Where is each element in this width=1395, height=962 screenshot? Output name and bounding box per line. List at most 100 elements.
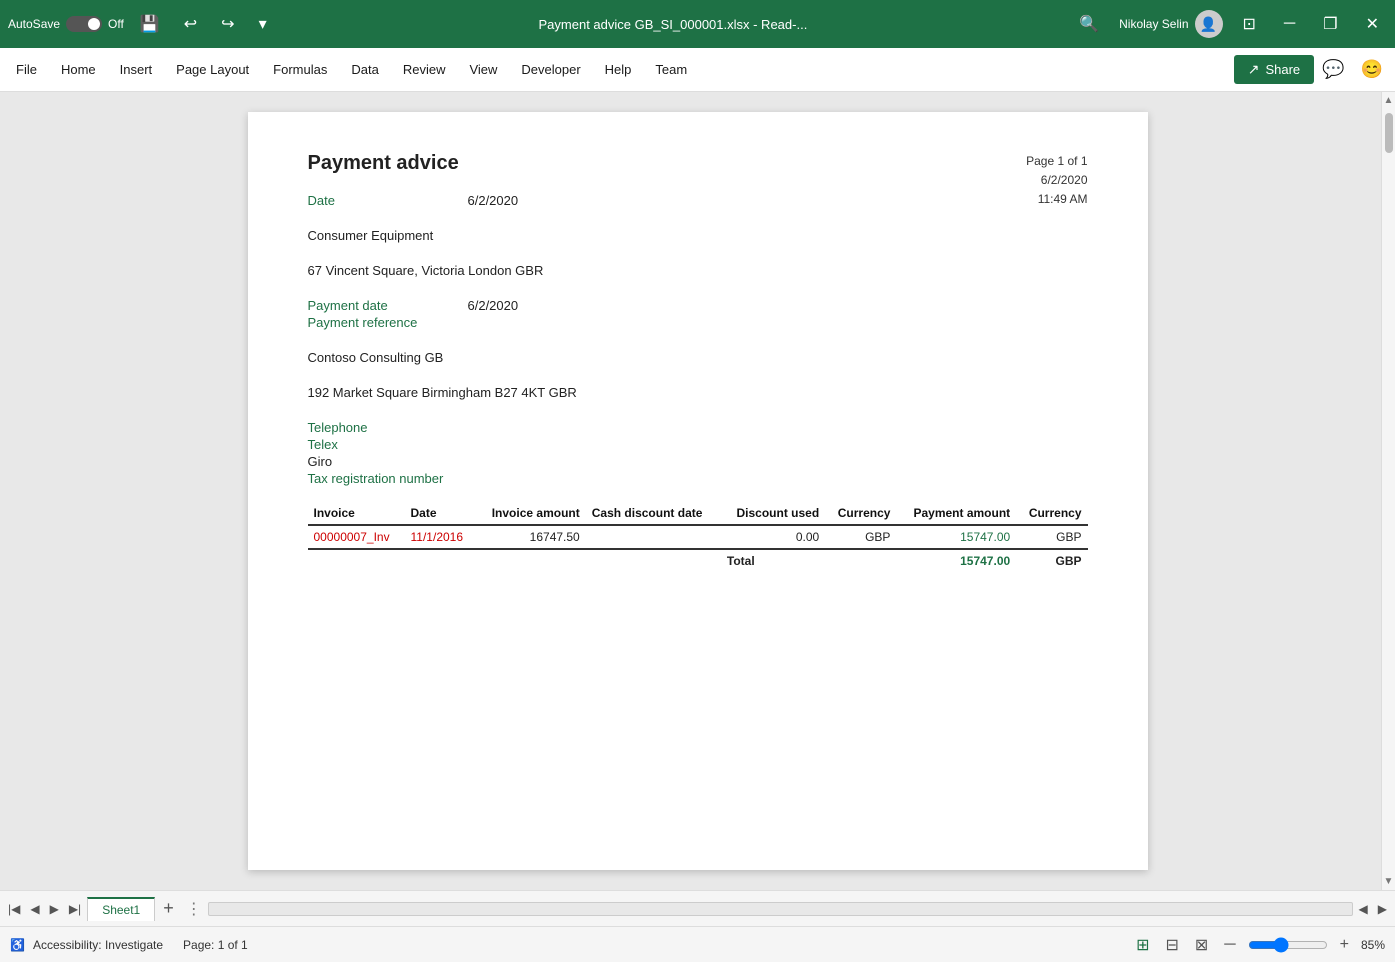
comment-button[interactable]: 💬	[1314, 55, 1352, 84]
company-address: 67 Vincent Square, Victoria London GBR	[308, 263, 1088, 278]
cell-payment-amount: 15747.00	[896, 525, 1016, 549]
status-bar: ♿ Accessibility: Investigate Page: 1 of …	[0, 926, 1395, 962]
menu-file[interactable]: File	[4, 54, 49, 85]
scroll-right-button[interactable]: ▶	[1374, 902, 1391, 916]
save-button[interactable]: 💾	[132, 10, 168, 38]
col-currency1: Currency	[825, 502, 896, 525]
share-label: Share	[1265, 62, 1300, 77]
add-sheet-button[interactable]: +	[157, 898, 180, 919]
minimize-button[interactable]: ─	[1276, 11, 1303, 37]
filename-label: Payment advice GB_SI_000001.xlsx - Read-…	[283, 17, 1064, 32]
payment-date-label: Payment date	[308, 298, 468, 313]
menu-data[interactable]: Data	[339, 54, 390, 85]
company-name: Consumer Equipment	[308, 228, 1088, 243]
menu-insert[interactable]: Insert	[108, 54, 165, 85]
total-spacer5	[825, 549, 896, 572]
accessibility-icon: ♿	[10, 938, 25, 952]
tax-reg-label: Tax registration number	[308, 471, 1088, 486]
cell-cash-discount-date	[586, 525, 721, 549]
sheet-nav-last[interactable]: ▶|	[65, 902, 85, 916]
sheet-nav-next[interactable]: ▶	[46, 902, 63, 916]
print-time: 11:49 AM	[1026, 190, 1087, 209]
zoom-out-button[interactable]: ─	[1220, 934, 1239, 956]
cell-invoice: 00000007_Inv	[308, 525, 405, 549]
invoice-table: Invoice Date Invoice amount Cash discoun…	[308, 502, 1088, 572]
sheet-tabs: |◀ ◀ ▶ ▶| Sheet1 + ⋮ ◀ ▶	[0, 890, 1395, 926]
scroll-down-arrow[interactable]: ▼	[1381, 873, 1395, 890]
user-section: Nikolay Selin 👤	[1119, 10, 1222, 38]
col-cash-discount-date: Cash discount date	[586, 502, 721, 525]
vertical-scrollbar[interactable]: ▲ ▼	[1381, 92, 1395, 890]
undo-button[interactable]: ↩	[176, 10, 205, 38]
customize-button[interactable]: ▾	[251, 10, 275, 38]
expand-button[interactable]: ⊡	[1235, 10, 1264, 38]
redo-button[interactable]: ↪	[213, 10, 242, 38]
table-header-row: Invoice Date Invoice amount Cash discoun…	[308, 502, 1088, 525]
emoji-button[interactable]: 😊	[1353, 55, 1391, 84]
scroll-left-button[interactable]: ◀	[1355, 902, 1372, 916]
menu-developer[interactable]: Developer	[509, 54, 592, 85]
cell-currency1: GBP	[825, 525, 896, 549]
payment-date-row: Payment date 6/2/2020	[308, 298, 1088, 313]
autosave-toggle[interactable]	[66, 16, 102, 32]
zoom-in-button[interactable]: +	[1336, 934, 1353, 956]
col-date: Date	[405, 502, 476, 525]
menu-team[interactable]: Team	[643, 54, 699, 85]
zoom-slider[interactable]	[1248, 937, 1328, 953]
scroll-thumb[interactable]	[1385, 113, 1393, 153]
status-right: ⊞ ⊟ ⊠ ─ + 85%	[1132, 933, 1385, 957]
sheet-nav-prev[interactable]: ◀	[26, 902, 43, 916]
vendor-name: Contoso Consulting GB	[308, 350, 1088, 365]
user-name: Nikolay Selin	[1119, 17, 1188, 31]
vendor-address: 192 Market Square Birmingham B27 4KT GBR	[308, 385, 1088, 400]
title-actions: 🔍 Nikolay Selin 👤 ⊡ ─ ❐ ✕	[1071, 10, 1387, 38]
payment-ref-row: Payment reference	[308, 315, 1088, 330]
giro-label: Giro	[308, 454, 1088, 469]
menu-view[interactable]: View	[457, 54, 509, 85]
menu-formulas[interactable]: Formulas	[261, 54, 339, 85]
menu-home[interactable]: Home	[49, 54, 108, 85]
date-value: 6/2/2020	[468, 193, 519, 208]
total-row: Total 15747.00 GBP	[308, 549, 1088, 572]
payment-ref-label: Payment reference	[308, 315, 468, 330]
cell-discount-used: 0.00	[721, 525, 825, 549]
close-button[interactable]: ✕	[1358, 10, 1387, 38]
table-row: 00000007_Inv 11/1/2016 16747.50 0.00 GBP…	[308, 525, 1088, 549]
col-invoice-amount: Invoice amount	[476, 502, 586, 525]
menu-page-layout[interactable]: Page Layout	[164, 54, 261, 85]
autosave-label: AutoSave	[8, 17, 60, 31]
horizontal-scrollbar[interactable]	[208, 902, 1353, 916]
col-currency2: Currency	[1016, 502, 1087, 525]
col-discount-used: Discount used	[721, 502, 825, 525]
payment-date-value: 6/2/2020	[468, 298, 519, 313]
view-layout-button[interactable]: ⊠	[1191, 933, 1212, 957]
toggle-state: Off	[108, 17, 124, 31]
page-status: Page: 1 of 1	[183, 938, 248, 952]
total-payment: 15747.00	[896, 549, 1016, 572]
search-button[interactable]: 🔍	[1071, 10, 1107, 38]
date-label: Date	[308, 193, 468, 208]
scroll-up-arrow[interactable]: ▲	[1381, 92, 1395, 109]
col-invoice: Invoice	[308, 502, 405, 525]
print-date: 6/2/2020	[1026, 171, 1087, 190]
total-label: Total	[721, 549, 825, 572]
cell-date: 11/1/2016	[405, 525, 476, 549]
user-avatar[interactable]: 👤	[1195, 10, 1223, 38]
accessibility-label: Accessibility: Investigate	[33, 938, 163, 952]
cell-currency2: GBP	[1016, 525, 1087, 549]
restore-button[interactable]: ❐	[1315, 10, 1345, 38]
share-icon: ↗	[1248, 61, 1260, 78]
menu-help[interactable]: Help	[593, 54, 644, 85]
document-page: Page 1 of 1 6/2/2020 11:49 AM Payment ad…	[248, 112, 1148, 870]
total-spacer3	[476, 549, 586, 572]
sheet-nav-first[interactable]: |◀	[4, 902, 24, 916]
tab-options[interactable]: ⋮	[182, 899, 206, 919]
total-spacer4	[586, 549, 721, 572]
total-currency: GBP	[1016, 549, 1087, 572]
view-normal-button[interactable]: ⊞	[1132, 933, 1153, 957]
autosave-section: AutoSave Off	[8, 16, 124, 32]
share-button[interactable]: ↗ Share	[1234, 55, 1314, 84]
view-page-button[interactable]: ⊟	[1161, 933, 1182, 957]
menu-review[interactable]: Review	[391, 54, 458, 85]
sheet-tab-sheet1[interactable]: Sheet1	[87, 897, 155, 921]
